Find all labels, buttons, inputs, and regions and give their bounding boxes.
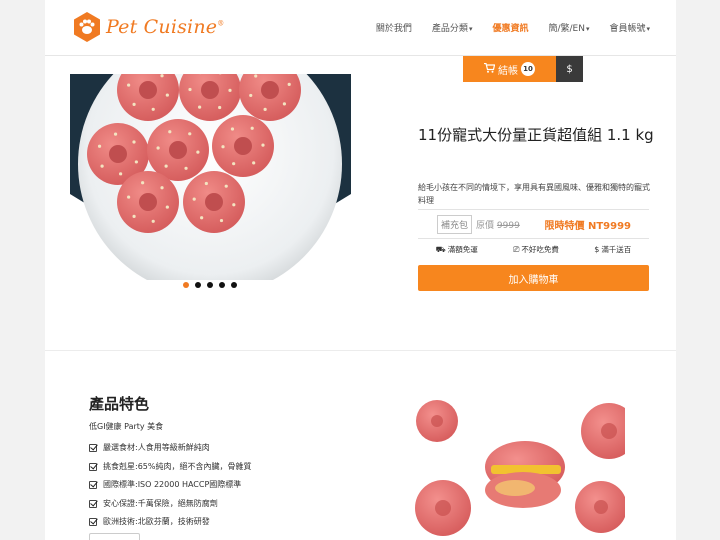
caret-down-icon: ▾ <box>585 25 590 33</box>
page: Pet Cuisine® 關於我們 產品分類▾ 優惠資訊 簡/繁/EN▾ 會員帳號▾ 結… <box>45 0 676 540</box>
carousel-dots <box>183 282 243 288</box>
feature-item: 國際標準:ISO 22000 HACCP國際標準 <box>89 476 251 495</box>
price-row: 補充包 原價 9999 限時特價 NT9999 <box>418 209 649 239</box>
cart-icon <box>484 62 496 76</box>
truck-icon: ⛟ <box>435 244 446 254</box>
checkout-label: 結帳 <box>498 65 518 77</box>
feature-item: 嚴選食材:人食用等級新鮮純肉 <box>89 439 251 458</box>
carousel-dot[interactable] <box>207 282 213 288</box>
original-price: 原價 9999 <box>476 220 520 231</box>
caret-down-icon: ▾ <box>468 25 473 33</box>
carousel-dot[interactable] <box>219 282 225 288</box>
checkout-button[interactable]: 結帳 10 <box>463 56 556 82</box>
product-title: 11份寵式大份量正貨超值組 1.1 kg <box>418 126 654 144</box>
product-image <box>70 74 351 280</box>
treats-image <box>405 395 637 540</box>
more-button[interactable] <box>89 533 140 540</box>
checkbox-icon <box>89 518 97 527</box>
main-nav: 關於我們 產品分類▾ 優惠資訊 簡/繁/EN▾ 會員帳號▾ <box>356 21 650 34</box>
caret-down-icon: ▾ <box>646 25 650 33</box>
paw-logo-icon <box>74 12 100 42</box>
checkbox-icon <box>89 499 97 508</box>
sale-price: 限時特價 NT9999 <box>544 220 631 232</box>
perks-row: ⛟ 滿額免運 ⎚ 不好吃免費 $ 滿千送百 <box>418 244 649 255</box>
checkbox-icon <box>89 444 97 453</box>
site-header: Pet Cuisine® 關於我們 產品分類▾ 優惠資訊 簡/繁/EN▾ 會員帳號▾ <box>45 0 676 56</box>
checkbox-icon <box>89 462 97 471</box>
nav-item-1[interactable]: 產品分類▾ <box>432 21 473 34</box>
carousel-dot[interactable] <box>195 282 201 288</box>
cart-count-badge: 10 <box>521 62 535 76</box>
perk-0: ⛟ 滿額免運 <box>435 244 478 255</box>
feature-item: 挑食剋星:65%純肉，絕不含內臟，骨雜質 <box>89 458 251 477</box>
carousel-dot[interactable] <box>231 282 237 288</box>
ticket-icon: ⎚ <box>513 244 520 254</box>
nav-item-2[interactable]: 優惠資訊 <box>492 21 528 34</box>
nav-item-0[interactable]: 關於我們 <box>376 21 412 34</box>
dollar-icon: $ <box>594 245 600 254</box>
features-subtitle: 低GI健康 Party 美食 <box>89 422 164 431</box>
product-description: 給毛小孩在不同的情境下，享用具有異國風味、優雅和獨特的寵式料理 <box>418 183 650 205</box>
logo-text: Pet Cuisine® <box>106 16 225 38</box>
features-list: 嚴選食材:人食用等級新鮮純肉 挑食剋星:65%純肉，絕不含內臟，骨雜質 國際標準:I… <box>89 439 251 532</box>
feature-item: 安心保證:千萬保險，絕無防腐劑 <box>89 495 251 514</box>
logo[interactable]: Pet Cuisine® <box>72 11 224 43</box>
section-divider <box>45 350 676 351</box>
currency-button[interactable]: $ <box>556 56 583 82</box>
nav-item-3[interactable]: 簡/繁/EN▾ <box>548 21 589 34</box>
perk-1: ⎚ 不好吃免費 <box>513 244 559 255</box>
carousel-dot[interactable] <box>183 282 189 288</box>
checkbox-icon <box>89 481 97 490</box>
feature-item: 歐洲技術:北歐芬蘭，技術研發 <box>89 513 251 532</box>
nav-item-4[interactable]: 會員帳號▾ <box>609 21 650 34</box>
refill-tag[interactable]: 補充包 <box>437 214 473 234</box>
features-title: 產品特色 <box>89 395 150 413</box>
add-to-cart-button[interactable]: 加入購物車 <box>418 265 649 291</box>
perk-2: $ 滿千送百 <box>594 245 632 254</box>
